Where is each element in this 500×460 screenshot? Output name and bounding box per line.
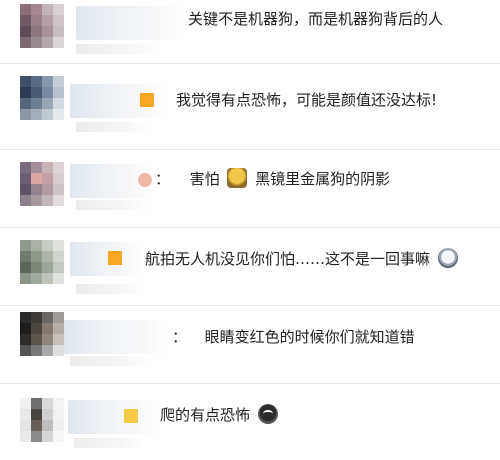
worried-face-icon xyxy=(227,168,248,188)
comment-text: 航拍无人机没见你们怕……这不是一回事嘛 xyxy=(145,248,461,270)
meta-blurred xyxy=(74,438,144,448)
username-blurred[interactable] xyxy=(70,84,165,118)
comment-item: 爬的有点恐怖 xyxy=(0,384,500,460)
avatar[interactable] xyxy=(20,4,64,48)
meta-blurred xyxy=(76,122,146,132)
username-blurred[interactable] xyxy=(68,400,156,434)
comment-body: 航拍无人机没见你们怕……这不是一回事嘛 xyxy=(145,250,431,268)
badge-chip xyxy=(140,93,154,107)
badge-chip xyxy=(124,409,138,423)
comment-body: 眼睛变红色的时候你们就知道错 xyxy=(204,328,415,346)
avatar[interactable] xyxy=(20,76,64,120)
comment-text: 关键不是机器狗，而是机器狗背后的人 xyxy=(188,10,444,28)
comment-item: ： 害怕 黑镜里金属狗的阴影 xyxy=(0,150,500,228)
separator: ： xyxy=(155,170,171,188)
username-blurred[interactable] xyxy=(64,320,164,354)
crying-face-icon xyxy=(257,404,278,424)
username-blurred[interactable] xyxy=(76,6,186,40)
scared-face-icon xyxy=(437,248,458,268)
avatar[interactable] xyxy=(20,312,64,356)
avatar[interactable] xyxy=(20,240,64,284)
comment-item: 我觉得有点恐怖，可能是颜值还没达标! xyxy=(0,64,500,150)
meta-blurred xyxy=(76,44,156,54)
comment-text: 我觉得有点恐怖，可能是颜值还没达标! xyxy=(176,91,438,109)
comment-item: 航拍无人机没见你们怕……这不是一回事嘛 xyxy=(0,228,500,306)
meta-blurred xyxy=(70,356,150,366)
meta-blurred xyxy=(76,284,142,294)
username-blurred[interactable] xyxy=(70,164,152,198)
avatar[interactable] xyxy=(20,398,64,442)
badge-chip xyxy=(108,251,122,265)
meta-blurred xyxy=(76,200,146,210)
username-blurred[interactable] xyxy=(70,242,142,276)
comment-item: 关键不是机器狗，而是机器狗背后的人 xyxy=(0,0,500,64)
avatar[interactable] xyxy=(20,162,64,206)
comment-body: 爬的有点恐怖 xyxy=(160,406,251,424)
separator: ： xyxy=(172,328,188,346)
comment-text: 爬的有点恐怖 xyxy=(160,404,281,426)
comment-text: ： 害怕 黑镜里金属狗的阴影 xyxy=(155,168,390,190)
text-before: 害怕 xyxy=(189,170,220,188)
comment-text: ： 眼睛变红色的时候你们就知道错 xyxy=(172,326,415,348)
comment-item: ： 眼睛变红色的时候你们就知道错 xyxy=(0,306,500,384)
badge-chip xyxy=(138,173,152,187)
text-after: 黑镜里金属狗的阴影 xyxy=(255,170,391,188)
